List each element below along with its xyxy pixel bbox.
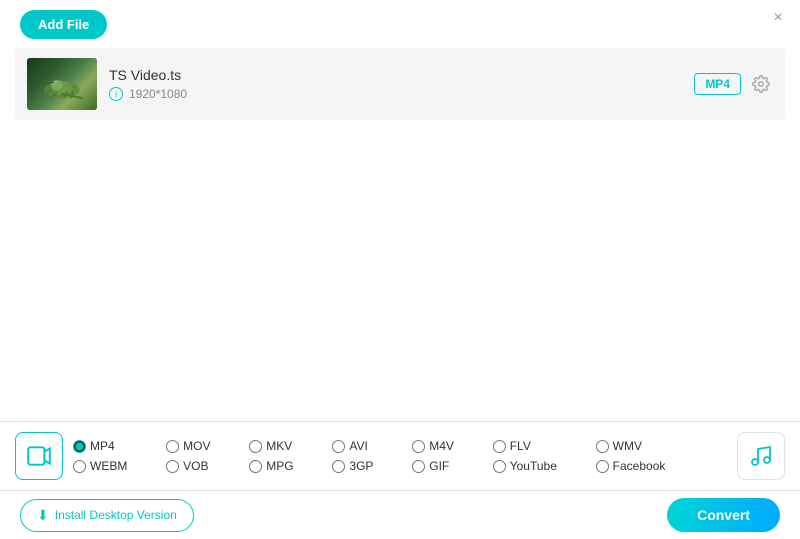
music-format-icon[interactable] xyxy=(737,432,785,480)
format-option-m4v[interactable]: M4V xyxy=(412,439,492,453)
install-desktop-button[interactable]: ⬇ Install Desktop Version xyxy=(20,499,194,532)
format-option-mkv[interactable]: MKV xyxy=(249,439,332,453)
format-option-avi[interactable]: AVI xyxy=(332,439,412,453)
format-option-mov[interactable]: MOV xyxy=(166,439,249,453)
file-thumbnail xyxy=(27,58,97,110)
file-info: TS Video.ts i 1920*1080 xyxy=(97,67,694,101)
download-icon: ⬇ xyxy=(37,507,49,524)
close-button[interactable]: × xyxy=(768,8,788,28)
format-badge[interactable]: MP4 xyxy=(694,73,741,95)
add-file-button[interactable]: Add File xyxy=(20,10,107,39)
file-resolution: 1920*1080 xyxy=(129,87,187,101)
file-item: TS Video.ts i 1920*1080 MP4 xyxy=(15,48,785,120)
format-option-flv[interactable]: FLV xyxy=(493,439,596,453)
format-option-facebook[interactable]: Facebook xyxy=(596,459,733,473)
format-option-mp4[interactable]: MP4 xyxy=(73,439,166,453)
file-meta: i 1920*1080 xyxy=(109,87,694,101)
main-area: TS Video.ts i 1920*1080 MP4 xyxy=(15,40,785,429)
info-icon: i xyxy=(109,87,123,101)
format-option-mpg[interactable]: MPG xyxy=(249,459,332,473)
format-grid: MP4 MOV MKV AVI M4V FLV WMV WEBM xyxy=(73,439,733,473)
settings-icon[interactable] xyxy=(749,72,773,96)
title-bar: × xyxy=(0,0,800,36)
format-panel: MP4 MOV MKV AVI M4V FLV WMV WEBM xyxy=(0,421,800,491)
format-option-webm[interactable]: WEBM xyxy=(73,459,166,473)
convert-button[interactable]: Convert xyxy=(667,498,780,532)
file-actions: MP4 xyxy=(694,72,773,96)
footer: ⬇ Install Desktop Version Convert xyxy=(0,491,800,539)
video-format-icon[interactable] xyxy=(15,432,63,480)
format-option-vob[interactable]: VOB xyxy=(166,459,249,473)
format-option-gif[interactable]: GIF xyxy=(412,459,492,473)
format-option-youtube[interactable]: YouTube xyxy=(493,459,596,473)
format-option-wmv[interactable]: WMV xyxy=(596,439,733,453)
file-name: TS Video.ts xyxy=(109,67,694,83)
format-option-3gp[interactable]: 3GP xyxy=(332,459,412,473)
